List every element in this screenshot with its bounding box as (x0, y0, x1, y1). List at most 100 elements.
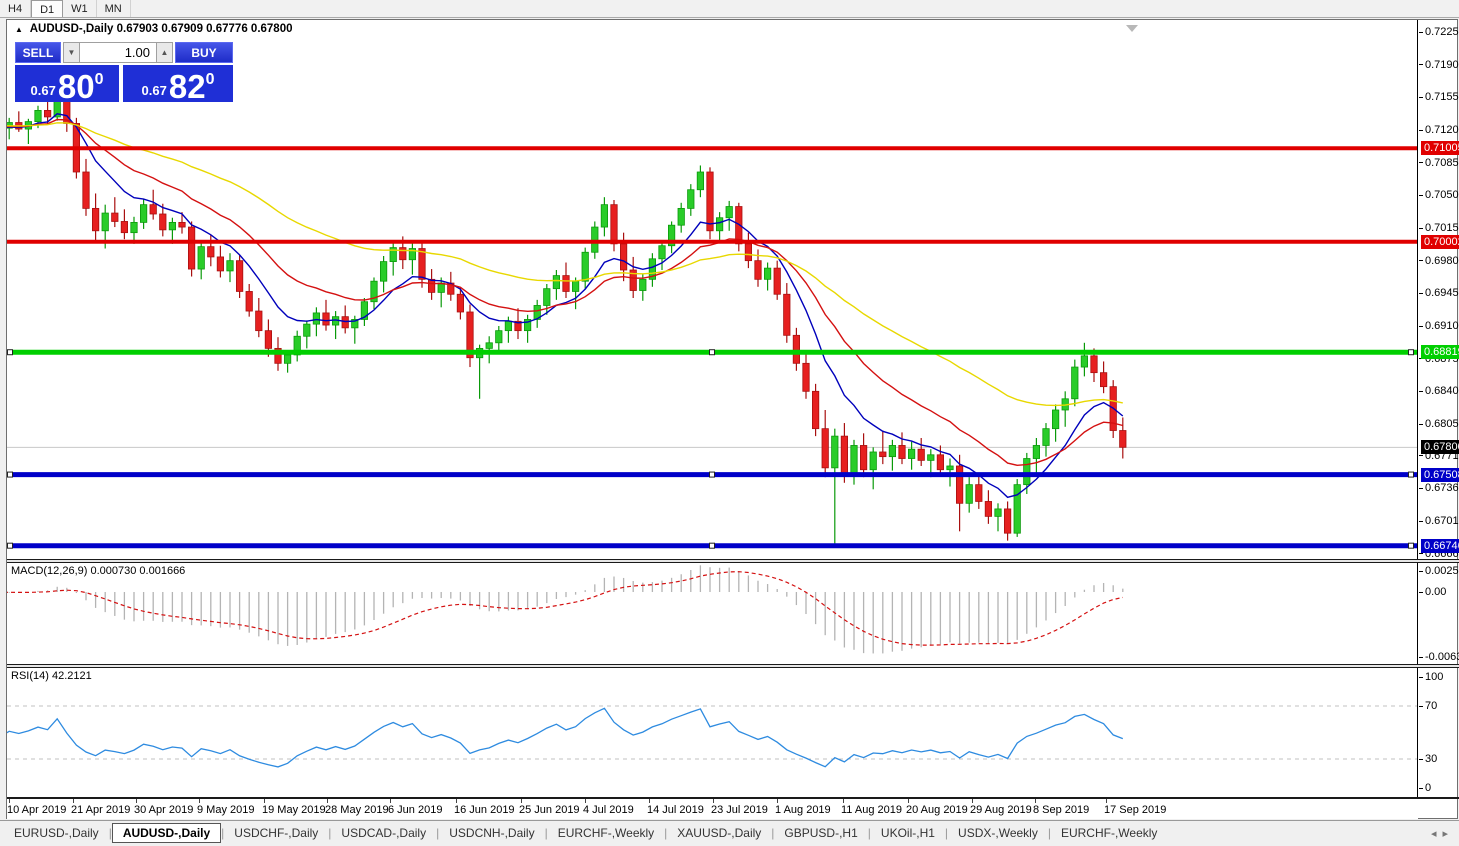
timeframe-button-w1[interactable]: W1 (63, 0, 97, 17)
date-tick (972, 799, 973, 803)
date-axis[interactable]: 10 Apr 2019 21 Apr 2019 30 Apr 2019 9 May 2… (7, 799, 1418, 819)
chart-tab-eurchf-weekly[interactable]: EURCHF-,Weekly (1051, 824, 1167, 842)
timeframe-button-h4[interactable]: H4 (0, 0, 31, 17)
pivot-line-green-handle[interactable] (8, 350, 13, 355)
resistance-line-lower-price-label: 0.70002 (1421, 235, 1459, 249)
support-line-lower-handle[interactable] (8, 543, 13, 548)
macd-axis: 0.002574 0.00 -0.00632 (1419, 563, 1459, 664)
price-tick-label: 0.68400 (1419, 384, 1459, 398)
price-tick-label: 0.69800 (1419, 254, 1459, 268)
date-label: 23 Jul 2019 (711, 804, 768, 816)
support-line-lower-handle[interactable] (710, 543, 715, 548)
sell-button[interactable]: SELL (15, 42, 61, 63)
rsi-tick-label: 30 (1419, 752, 1437, 766)
chart-tab-eurchf-weekly[interactable]: EURCHF-,Weekly (548, 824, 664, 842)
rsi-label: RSI(14) 42.2121 (11, 670, 92, 682)
volume-decrease-button[interactable]: ▼ (63, 42, 80, 63)
date-tick (264, 799, 265, 803)
date-label: 11 Aug 2019 (841, 804, 902, 816)
date-label: 19 May 2019 (262, 804, 326, 816)
sell-price-quote[interactable]: 0.67 80 0 (15, 65, 119, 102)
chart-tab-eurusd-daily[interactable]: EURUSD-,Daily (4, 824, 109, 842)
macd-label: MACD(12,26,9) 0.000730 0.001666 (11, 565, 185, 577)
chart-tab-usdchf-daily[interactable]: USDCHF-,Daily (224, 824, 328, 842)
price-tick-label: 0.71550 (1419, 90, 1459, 104)
date-label: 30 Apr 2019 (134, 804, 193, 816)
tab-scroll-left-icon: ◂ (1431, 828, 1443, 840)
date-label: 4 Jul 2019 (583, 804, 634, 816)
date-tick (908, 799, 909, 803)
price-tick-label: 0.67010 (1419, 514, 1459, 528)
date-tick (777, 799, 778, 803)
rsi-tick-label: 70 (1419, 699, 1437, 713)
buy-pips: 82 (169, 71, 206, 102)
date-tick (136, 799, 137, 803)
sell-pips: 80 (58, 71, 95, 102)
chart-tab-bar: EURUSD-,Daily|AUDUSD-,Daily|USDCHF-,Dail… (0, 820, 1459, 845)
chart-shift-marker-icon[interactable] (1126, 25, 1138, 32)
rsi-indicator-pane[interactable]: RSI(14) 42.2121 (7, 668, 1418, 797)
macd-tick-label: 0.002574 (1419, 564, 1459, 578)
date-tick (521, 799, 522, 803)
pivot-line-green-handle[interactable] (710, 350, 715, 355)
date-label: 20 Aug 2019 (906, 804, 968, 816)
date-tick (456, 799, 457, 803)
macd-signal-line (7, 572, 1123, 645)
chart-tab-audusd-daily[interactable]: AUDUSD-,Daily (112, 823, 221, 843)
chart-tab-usdcnh-daily[interactable]: USDCNH-,Daily (439, 824, 544, 842)
date-label: 29 Aug 2019 (970, 804, 1032, 816)
rsi-line (7, 708, 1123, 767)
support-line-upper-handle[interactable] (710, 472, 715, 477)
date-tick (713, 799, 714, 803)
date-label: 9 May 2019 (197, 804, 254, 816)
chart-tab-xauusd-daily[interactable]: XAUUSD-,Daily (667, 824, 771, 842)
chart-tab-usdcad-daily[interactable]: USDCAD-,Daily (331, 824, 436, 842)
timeframe-toolbar: H4D1W1MN (0, 0, 1459, 18)
date-tick (843, 799, 844, 803)
date-tick (73, 799, 74, 803)
date-label: 14 Jul 2019 (647, 804, 704, 816)
price-tick-label: 0.69100 (1419, 319, 1459, 333)
chart-tab-gbpusd-h1[interactable]: GBPUSD-,H1 (774, 824, 867, 842)
date-tick (1106, 799, 1107, 803)
buy-price-quote[interactable]: 0.67 82 0 (123, 65, 233, 102)
macd-tick-label: -0.00632 (1419, 650, 1459, 664)
macd-indicator-pane[interactable]: MACD(12,26,9) 0.000730 0.001666 (7, 563, 1418, 664)
volume-increase-button[interactable]: ▲ (156, 42, 173, 63)
slow-ma-line (7, 123, 1123, 406)
date-label: 16 Jun 2019 (454, 804, 515, 816)
support-line-upper-handle[interactable] (8, 472, 13, 477)
sell-pipette: 0 (95, 71, 104, 89)
macd-tick-label: 0.00 (1419, 585, 1446, 599)
pivot-line-green-handle[interactable] (1409, 350, 1414, 355)
support-line-upper-handle[interactable] (1409, 472, 1414, 477)
volume-input[interactable] (80, 42, 156, 63)
date-tick (199, 799, 200, 803)
chart-tab-usdx-weekly[interactable]: USDX-,Weekly (948, 824, 1048, 842)
date-label: 21 Apr 2019 (71, 804, 130, 816)
support-line-lower-handle[interactable] (1409, 543, 1414, 548)
tab-scroll-right-icon: ▸ (1442, 828, 1454, 840)
timeframe-button-d1[interactable]: D1 (31, 0, 63, 17)
rsi-axis: 10070300 (1419, 668, 1459, 797)
buy-button[interactable]: BUY (175, 42, 233, 63)
rsi-tick-label: 100 (1419, 670, 1443, 684)
price-tick-label: 0.71200 (1419, 123, 1459, 137)
collapse-panel-icon[interactable]: ▲ (15, 25, 23, 34)
date-label: 17 Sep 2019 (1104, 804, 1166, 816)
price-axis[interactable]: 0.722500.719000.715500.712000.708500.705… (1419, 20, 1459, 559)
price-tick-label: 0.68050 (1419, 417, 1459, 431)
mid-ma-line (7, 120, 1123, 466)
date-label: 8 Sep 2019 (1033, 804, 1089, 816)
chart-window: ▲ AUDUSD-,Daily 0.67903 0.67909 0.67776 … (6, 19, 1458, 819)
buy-pipette: 0 (206, 71, 215, 89)
date-label: 10 Apr 2019 (7, 804, 66, 816)
ohlc-values: 0.67903 0.67909 0.67776 0.67800 (117, 23, 293, 35)
date-tick (390, 799, 391, 803)
chart-tab-ukoil-h1[interactable]: UKOil-,H1 (871, 824, 945, 842)
pivot-line-green-price-label: 0.68819 (1421, 345, 1459, 359)
price-tick-label: 0.70500 (1419, 188, 1459, 202)
timeframe-button-mn[interactable]: MN (97, 0, 131, 17)
tab-scroll-arrows[interactable]: ◂▸ (1431, 827, 1454, 840)
price-tick-label: 0.70150 (1419, 221, 1459, 235)
